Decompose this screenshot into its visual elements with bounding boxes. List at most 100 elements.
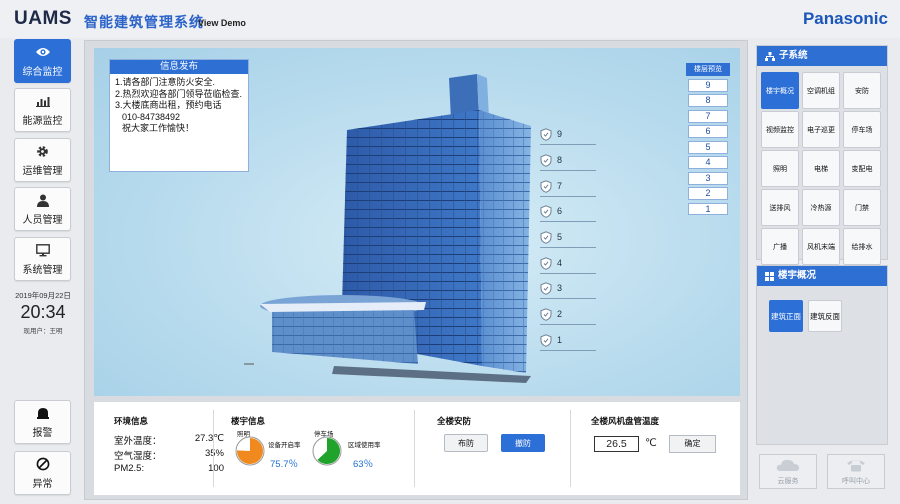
shield-icon: [540, 128, 552, 144]
cloud-icon: [776, 458, 800, 475]
building-front-button[interactable]: 建筑正面: [769, 300, 803, 332]
floor-marker-number: 1: [557, 335, 563, 345]
clock-panel: 2019年09月22日 20:34 现用户：王明: [12, 290, 74, 335]
overview-panel: 楼宇概况 建筑正面 建筑反面: [756, 265, 888, 445]
nav-item-maintenance[interactable]: 运维管理: [14, 138, 71, 182]
environment-title: 环境信息: [114, 416, 149, 426]
cloud-service-label: 云服务: [777, 477, 799, 485]
floor-marker-number: 8: [557, 155, 563, 165]
subsystem-power[interactable]: 变配电: [843, 150, 881, 187]
status-strip: 环境信息 室外温度： 27.3℃ 空气湿度： 35% PM2.5: 100 楼宇信息 …: [94, 402, 740, 495]
alarm-button[interactable]: 报警: [14, 400, 71, 444]
subsystem-water[interactable]: 给排水: [843, 228, 881, 265]
floor-marker[interactable]: 7: [540, 176, 596, 197]
subsystem-parking[interactable]: 停车场: [843, 111, 881, 148]
nav-item-personnel[interactable]: 人员管理: [14, 187, 71, 231]
current-date: 2019年09月22日: [15, 291, 71, 300]
app-subtitle: View Demo: [198, 18, 246, 28]
shield-icon: [540, 205, 552, 221]
parking-desc: 区域使用率: [348, 442, 381, 449]
floor-marker[interactable]: 6: [540, 201, 596, 222]
brand-logo: Panasonic: [802, 9, 888, 28]
floor-button-2[interactable]: 2: [688, 187, 728, 200]
shield-icon: [540, 282, 552, 298]
subsystem-grid: 楼宇概况 空调机组 安防 视频监控 电子巡更 停车场 照明 电梯 变配电 送排风…: [761, 72, 883, 265]
floor-marker[interactable]: 2: [540, 304, 596, 325]
floor-button-4[interactable]: 4: [688, 156, 728, 170]
main-panel: 信息发布 1.请各部门注意防火安全. 2.热烈欢迎各部门领导莅临检查. 3.大楼…: [84, 40, 748, 500]
floor-button-3[interactable]: 3: [688, 171, 728, 185]
header-bar: UAMS 智能建筑管理系统 View Demo Panasonic: [0, 0, 900, 38]
subsystem-video[interactable]: 视频监控: [761, 111, 799, 148]
floor-button-1[interactable]: 1: [688, 202, 728, 216]
shield-icon: [540, 334, 552, 350]
nav-item-label: 能源监控: [22, 116, 63, 127]
shield-icon: [540, 154, 552, 170]
nav-item-energy[interactable]: 能源监控: [14, 88, 71, 132]
subsystem-building-overview[interactable]: 楼宇概况: [761, 72, 799, 109]
floor-marker-number: 6: [557, 206, 563, 216]
nav-item-label: 系统管理: [22, 265, 63, 276]
floor-marker[interactable]: 3: [540, 278, 596, 299]
parking-percent: 63％: [353, 459, 374, 470]
floor-marker[interactable]: 9: [540, 124, 596, 145]
env-label: 室外温度：: [114, 436, 162, 447]
phone-icon: [846, 458, 866, 475]
abnormal-button[interactable]: 异常: [14, 451, 71, 495]
lighting-percent: 75.7％: [270, 459, 298, 470]
info-board: 信息发布 1.请各部门注意防火安全. 2.热烈欢迎各部门领导莅临检查. 3.大楼…: [109, 59, 249, 172]
floor-marker-number: 2: [557, 309, 563, 319]
fan-coil-temperature-input[interactable]: 26.5: [594, 436, 639, 452]
subsystem-security[interactable]: 安防: [843, 72, 881, 109]
floor-marker-number: 7: [557, 181, 563, 191]
prohibited-icon: [36, 456, 50, 472]
user-icon: [36, 192, 49, 208]
cloud-service-button[interactable]: 云服务: [759, 454, 817, 489]
info-board-title: 信息发布: [110, 60, 248, 74]
disarm-button[interactable]: 撤防: [501, 434, 545, 452]
building-info-title: 楼宇信息: [231, 416, 266, 426]
subsystem-ventilation[interactable]: 送排风: [761, 189, 799, 226]
nav-item-system[interactable]: 系统管理: [14, 237, 71, 281]
call-center-label: 呼叫中心: [842, 477, 870, 485]
shield-icon: [540, 308, 552, 324]
subsystem-lighting[interactable]: 照明: [761, 150, 799, 187]
floor-marker[interactable]: 1: [540, 330, 596, 351]
floor-button-5[interactable]: 5: [688, 140, 728, 154]
env-row-temperature: 室外温度： 27.3℃: [114, 433, 224, 447]
subsystem-patrol[interactable]: 电子巡更: [802, 111, 840, 148]
parking-gauge: [312, 436, 342, 466]
subsystem-ahu[interactable]: 空调机组: [802, 72, 840, 109]
confirm-button[interactable]: 确定: [669, 435, 716, 453]
eye-icon: [35, 44, 51, 60]
floor-button-9[interactable]: 9: [688, 79, 728, 92]
gear-icon: [36, 143, 49, 159]
info-line: 祝大家工作愉快！: [122, 123, 195, 133]
subsystem-hvac-source[interactable]: 冷热源: [802, 189, 840, 226]
subsystem-elevator[interactable]: 电梯: [802, 150, 840, 187]
bar-chart-icon: [35, 93, 50, 109]
floor-button-7[interactable]: 7: [688, 109, 728, 123]
floor-marker-number: 3: [557, 283, 563, 293]
call-center-button[interactable]: 呼叫中心: [827, 454, 885, 489]
subsystem-access[interactable]: 门禁: [843, 189, 881, 226]
nav-item-label: 人员管理: [22, 215, 63, 226]
floor-marker[interactable]: 4: [540, 253, 596, 274]
floor-button-6[interactable]: 6: [688, 125, 728, 139]
building-back-button[interactable]: 建筑反面: [808, 300, 842, 332]
security-title: 全楼安防: [437, 416, 472, 426]
floor-preview-panel: 楼层预览 9 8 7 6 5 4 3 2 1: [686, 63, 730, 218]
building-3d-view[interactable]: 信息发布 1.请各部门注意防火安全. 2.热烈欢迎各部门领导莅临检查. 3.大楼…: [94, 48, 740, 396]
nav-item-monitoring[interactable]: 综合监控: [14, 39, 71, 83]
subsystem-broadcast[interactable]: 广播: [761, 228, 799, 265]
env-value: 27.3℃: [194, 433, 224, 444]
floor-button-8[interactable]: 8: [688, 94, 728, 108]
floor-marker-number: 4: [557, 258, 563, 268]
alarm-bell-icon: [36, 405, 50, 421]
env-label: PM2.5:: [114, 463, 145, 474]
subsystem-fan-terminal[interactable]: 风机末端: [802, 228, 840, 265]
arm-button[interactable]: 布防: [444, 434, 488, 452]
section-divider: [414, 410, 415, 487]
floor-marker[interactable]: 8: [540, 150, 596, 171]
floor-marker[interactable]: 5: [540, 227, 596, 248]
